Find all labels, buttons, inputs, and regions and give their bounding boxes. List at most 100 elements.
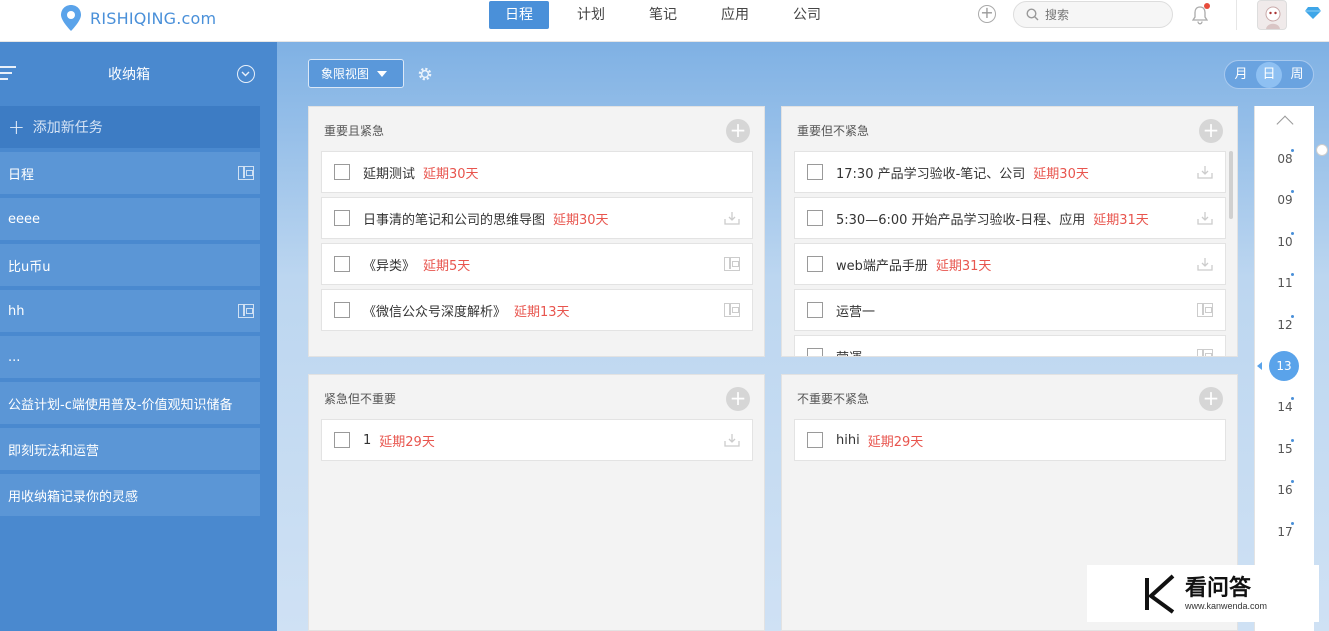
- seg-day[interactable]: 日: [1256, 61, 1282, 88]
- task-row[interactable]: 《异类》 延期5天: [321, 243, 753, 285]
- hour-label[interactable]: 08: [1255, 152, 1315, 166]
- task-text: web端产品手册: [836, 258, 928, 274]
- task-checkbox[interactable]: [807, 210, 823, 226]
- watermark-text: 看问答 www.kanwenda.com: [1185, 576, 1268, 611]
- add-task-icon[interactable]: +: [1199, 119, 1223, 143]
- board-icon[interactable]: [238, 166, 254, 180]
- quadrant-urgent-not-important: 紧急但不重要 + 1 延期29天: [308, 374, 765, 631]
- add-task-label: 添加新任务: [32, 120, 103, 136]
- add-task-button[interactable]: + 添加新任务: [0, 106, 260, 148]
- view-mode-label: 象限视图: [321, 67, 370, 81]
- task-checkbox[interactable]: [807, 164, 823, 180]
- search-input[interactable]: [1045, 7, 1155, 22]
- sidebar-title: 收纳箱: [108, 67, 150, 83]
- task-row[interactable]: 5:30—6:00 开始产品学习验收-日程、应用 延期31天: [794, 197, 1226, 239]
- seg-month[interactable]: 月: [1228, 62, 1254, 88]
- nav-tab-company[interactable]: 公司: [777, 1, 837, 29]
- sidebar-item[interactable]: 比u币u: [0, 244, 260, 286]
- task-delay: 延期30天: [1033, 166, 1089, 182]
- watermark-url: www.kanwenda.com: [1185, 600, 1268, 611]
- sidebar-item[interactable]: 公益计划-c端使用普及-价值观知识储备: [0, 382, 260, 424]
- quadrant-title: 重要但不紧急: [797, 124, 870, 138]
- task-checkbox[interactable]: [807, 302, 823, 318]
- task-row[interactable]: 《微信公众号深度解析》 延期13天: [321, 289, 753, 331]
- download-icon[interactable]: [724, 433, 740, 447]
- sidebar-item[interactable]: ...: [0, 336, 260, 378]
- quadrant-important-not-urgent: 重要但不紧急 + 17:30 产品学习验收-笔记、公司 延期30天 5:30—6…: [781, 106, 1238, 357]
- sidebar-item-label: ...: [8, 349, 21, 365]
- task-checkbox[interactable]: [334, 302, 350, 318]
- diamond-icon[interactable]: [1305, 6, 1321, 20]
- task-checkbox[interactable]: [807, 348, 823, 356]
- inbox-sidebar: 收纳箱 + 添加新任务 日程 eeee 比u币u hh ... 公益计划-c端使…: [0, 42, 277, 631]
- add-task-icon[interactable]: +: [726, 387, 750, 411]
- bell-icon[interactable]: [1191, 3, 1210, 25]
- view-mode-dropdown[interactable]: 象限视图: [308, 59, 404, 88]
- watermark: 看问答 www.kanwenda.com: [1087, 565, 1319, 622]
- hour-label[interactable]: 12: [1255, 318, 1315, 332]
- task-checkbox[interactable]: [334, 256, 350, 272]
- sidebar-item[interactable]: eeee: [0, 198, 260, 240]
- sidebar-item[interactable]: 用收纳箱记录你的灵感: [0, 474, 260, 516]
- task-row[interactable]: 17:30 产品学习验收-笔记、公司 延期30天: [794, 151, 1226, 193]
- download-icon[interactable]: [1197, 211, 1213, 225]
- sidebar-item[interactable]: hh: [0, 290, 260, 332]
- search-box[interactable]: [1013, 1, 1173, 28]
- hour-label[interactable]: 14: [1255, 400, 1315, 414]
- task-checkbox[interactable]: [334, 432, 350, 448]
- sidebar-item-label: 用收纳箱记录你的灵感: [8, 489, 139, 505]
- task-checkbox[interactable]: [334, 210, 350, 226]
- hour-label[interactable]: 10: [1255, 235, 1315, 249]
- task-row[interactable]: web端产品手册 延期31天: [794, 243, 1226, 285]
- add-task-icon[interactable]: +: [726, 119, 750, 143]
- task-checkbox[interactable]: [807, 256, 823, 272]
- hour-label[interactable]: 15: [1255, 442, 1315, 456]
- task-row[interactable]: 运营一: [794, 289, 1226, 331]
- download-icon[interactable]: [724, 211, 740, 225]
- nav-tab-apps[interactable]: 应用: [705, 1, 765, 29]
- logo[interactable]: RISHIQING.com: [60, 4, 216, 32]
- nav-tab-plan[interactable]: 计划: [561, 1, 621, 29]
- task-checkbox[interactable]: [807, 432, 823, 448]
- sidebar-item-label: 即刻玩法和运营: [8, 443, 100, 459]
- nav-tab-notes[interactable]: 笔记: [633, 1, 693, 29]
- task-row[interactable]: 1 延期29天: [321, 419, 753, 461]
- nav-tab-schedule[interactable]: 日程: [489, 1, 549, 29]
- board-icon[interactable]: [1197, 349, 1213, 356]
- timeline-handle[interactable]: [1316, 144, 1328, 156]
- download-icon[interactable]: [1197, 165, 1213, 179]
- add-task-icon[interactable]: +: [1199, 387, 1223, 411]
- add-circle-icon[interactable]: +: [978, 5, 996, 23]
- task-delay: 延期31天: [1093, 212, 1149, 228]
- avatar[interactable]: [1257, 0, 1287, 30]
- hour-label[interactable]: 11: [1255, 276, 1315, 290]
- chevron-down-circle-icon[interactable]: [237, 65, 255, 83]
- task-row[interactable]: hihi 延期29天: [794, 419, 1226, 461]
- board-icon[interactable]: [724, 257, 740, 271]
- board-icon[interactable]: [724, 303, 740, 317]
- sidebar-item[interactable]: 即刻玩法和运营: [0, 428, 260, 470]
- hour-label[interactable]: 17: [1255, 525, 1315, 539]
- hour-label[interactable]: 09: [1255, 193, 1315, 207]
- download-icon[interactable]: [1197, 257, 1213, 271]
- top-bar: RISHIQING.com 日程 计划 笔记 应用 公司 +: [0, 0, 1329, 42]
- task-checkbox[interactable]: [334, 164, 350, 180]
- task-row[interactable]: 营運: [794, 335, 1226, 356]
- task-row[interactable]: 日事清的笔记和公司的思维导图 延期30天: [321, 197, 753, 239]
- sidebar-item[interactable]: 日程: [0, 152, 260, 194]
- chevron-up-icon[interactable]: [1276, 115, 1294, 133]
- hour-label[interactable]: 16: [1255, 483, 1315, 497]
- menu-icon[interactable]: [0, 66, 16, 80]
- current-hour[interactable]: 13: [1269, 351, 1299, 381]
- seg-week[interactable]: 周: [1284, 62, 1310, 88]
- scrollbar[interactable]: [1229, 151, 1233, 219]
- board-icon[interactable]: [238, 304, 254, 318]
- sidebar-item-label: eeee: [8, 211, 40, 227]
- task-delay: 延期5天: [423, 258, 471, 274]
- board-icon[interactable]: [1197, 303, 1213, 317]
- notification-dot: [1204, 3, 1210, 9]
- hour-dot: [1291, 315, 1294, 318]
- logo-text: RISHIQING.com: [90, 8, 217, 28]
- gear-icon[interactable]: [417, 66, 433, 82]
- task-row[interactable]: 延期测试 延期30天: [321, 151, 753, 193]
